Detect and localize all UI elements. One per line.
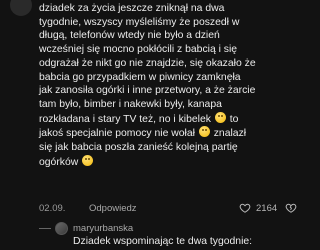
laughing-face-icon [198, 126, 210, 138]
comment-line: rozkładana i stary TV też, no i kibelek … [39, 111, 294, 127]
comment-meta: 02.09. Odpowiedz 2164 [39, 202, 297, 217]
commenter-avatar[interactable] [10, 0, 32, 16]
comment-line: babcia go przypadkiem w piwnicy zamknęła [39, 71, 241, 83]
comment-line: jak zanosiła ogórki i inne przetwory, a … [39, 85, 256, 97]
comment-line-text: to [229, 113, 239, 125]
heart-icon[interactable] [239, 202, 251, 214]
comment: dziadek za życia jeszcze zniknął na dwa … [0, 0, 300, 215]
comment-line: ogórków [39, 154, 294, 170]
comment-line: się jak babcia poszła zanieść kolejną pa… [39, 142, 238, 154]
comment-line: odgrażał że nikt go nie znajdzie, się ok… [39, 57, 256, 69]
reply-comment: maryurbanska Dziadek wspominając te dwa … [0, 218, 300, 250]
reply-avatar[interactable] [55, 222, 68, 235]
reply-text: Dziadek wspominając te dwa tygodnie: [73, 236, 253, 247]
reply-button[interactable]: Odpowiedz [89, 203, 137, 214]
comment-line-text: rozkładana i stary TV też, no i kibelek [39, 113, 211, 125]
reply-connector [39, 228, 51, 229]
comment-line-text: znalazł [213, 128, 247, 140]
laughing-face-icon [214, 111, 226, 123]
broken-heart-icon[interactable] [285, 202, 297, 214]
comment-line: tam było, bimber i nakewki były, kanapa [39, 98, 222, 110]
comment-date: 02.09. [39, 203, 66, 214]
laughing-face-icon [82, 154, 94, 166]
reply-username[interactable]: maryurbanska [73, 223, 133, 234]
comment-line: wcześniej się mocno pokłócili z babcią i… [39, 44, 238, 56]
comment-line-text: ogórków [39, 156, 79, 168]
comment-line: tygodnie, wszyscy myśleliśmy że poszedł … [39, 16, 240, 28]
comment-line-text: jakoś specjalnie pomocy nie wołał [39, 128, 195, 140]
comment-line: dziadek za życia jeszcze zniknął na dwa [39, 3, 225, 14]
comment-text: dziadek za życia jeszcze zniknął na dwa … [39, 2, 294, 169]
comment-line: jakoś specjalnie pomocy nie wołał znalaz… [39, 126, 294, 141]
like-count: 2164 [256, 203, 278, 214]
comment-line: długą, telefonów wtedy nie było a dzień [39, 30, 220, 42]
